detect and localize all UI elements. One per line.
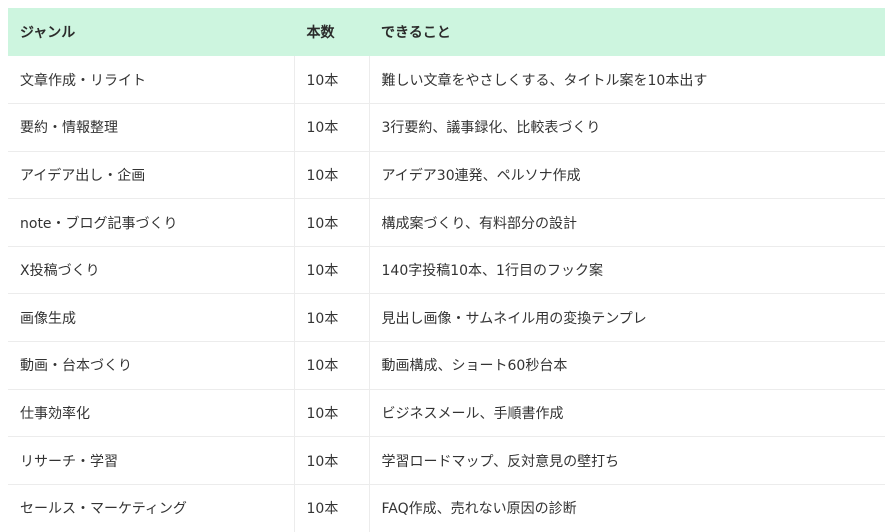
- cell-count: 10本: [294, 103, 370, 152]
- cell-genre: 画像生成: [8, 293, 295, 342]
- cell-count: 10本: [294, 436, 370, 485]
- cell-capability: 3行要約、議事録化、比較表づくり: [381, 120, 601, 137]
- cell-capability: 難しい文章をやさしくする、タイトル案を10本出す: [381, 72, 708, 89]
- genre-table-container: ジャンル 本数 できること 文章作成・リライト 10本 難しい文章をやさしくする…: [8, 8, 885, 532]
- cell-count: 10本: [294, 484, 370, 532]
- cell-capability: アイデア30連発、ペルソナ作成: [381, 167, 581, 184]
- table-row: 仕事効率化 10本 ビジネスメール、手順書作成: [8, 389, 885, 437]
- table-row: 文章作成・リライト 10本 難しい文章をやさしくする、タイトル案を10本出す: [8, 56, 885, 104]
- table-row: リサーチ・学習 10本 学習ロードマップ、反対意見の壁打ち: [8, 436, 885, 485]
- cell-genre: 仕事効率化: [8, 389, 295, 437]
- table-row: note・ブログ記事づくり 10本 構成案づくり、有料部分の設計: [8, 198, 885, 247]
- genre-table: ジャンル 本数 できること 文章作成・リライト 10本 難しい文章をやさしくする…: [8, 8, 885, 532]
- header-capability: できること: [381, 25, 451, 41]
- cell-capability: 見出し画像・サムネイル用の変換テンプレ: [381, 310, 647, 327]
- cell-capability: 学習ロードマップ、反対意見の壁打ち: [381, 453, 620, 470]
- cell-count: 10本: [294, 293, 370, 342]
- table-row: セールス・マーケティング 10本 FAQ作成、売れない原因の診断: [8, 484, 885, 532]
- cell-genre: 文章作成・リライト: [8, 56, 295, 104]
- cell-count: 10本: [294, 389, 370, 437]
- cell-capability: 構成案づくり、有料部分の設計: [381, 215, 577, 232]
- cell-capability: 140字投稿10本、1行目のフック案: [381, 263, 603, 280]
- cell-capability: FAQ作成、売れない原因の診断: [381, 501, 577, 518]
- cell-count: 10本: [294, 198, 370, 247]
- cell-count: 10本: [294, 341, 370, 390]
- cell-genre: セールス・マーケティング: [8, 484, 295, 532]
- header-count: 本数: [306, 25, 335, 41]
- cell-count: 10本: [294, 56, 370, 104]
- cell-genre: note・ブログ記事づくり: [8, 198, 295, 247]
- header-row: ジャンル 本数 できること: [8, 8, 885, 56]
- table-body: 文章作成・リライト 10本 難しい文章をやさしくする、タイトル案を10本出す 要…: [8, 56, 885, 532]
- table-row: アイデア出し・企画 10本 アイデア30連発、ペルソナ作成: [8, 151, 885, 199]
- cell-capability: ビジネスメール、手順書作成: [381, 405, 564, 422]
- table-row: 要約・情報整理 10本 3行要約、議事録化、比較表づくり: [8, 103, 885, 152]
- table-row: 動画・台本づくり 10本 動画構成、ショート60秒台本: [8, 341, 885, 390]
- cell-genre: 動画・台本づくり: [8, 341, 295, 390]
- cell-count: 10本: [294, 246, 370, 294]
- cell-genre: 要約・情報整理: [8, 103, 295, 152]
- table-header: ジャンル 本数 できること: [8, 8, 885, 56]
- table-row: X投稿づくり 10本 140字投稿10本、1行目のフック案: [8, 246, 885, 294]
- cell-capability: 動画構成、ショート60秒台本: [381, 358, 568, 375]
- table-row: 画像生成 10本 見出し画像・サムネイル用の変換テンプレ: [8, 293, 885, 342]
- cell-genre: リサーチ・学習: [8, 436, 295, 485]
- header-genre: ジャンル: [20, 25, 76, 41]
- cell-genre: X投稿づくり: [8, 246, 295, 294]
- cell-count: 10本: [294, 151, 370, 199]
- cell-genre: アイデア出し・企画: [8, 151, 295, 199]
